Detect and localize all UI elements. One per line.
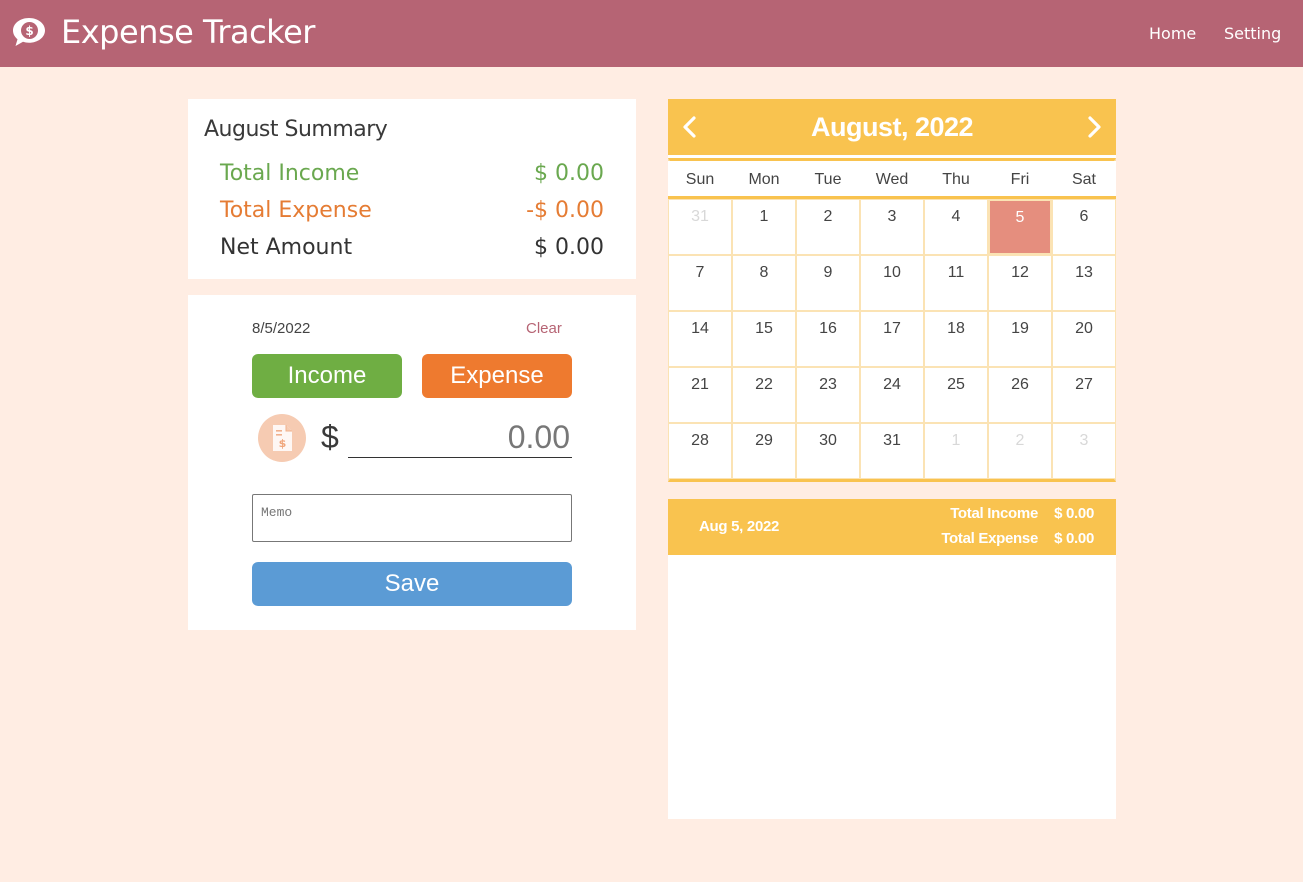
currency-symbol: $ <box>321 419 339 455</box>
calendar-day[interactable]: 9 <box>796 255 860 311</box>
nav-home-link[interactable]: Home <box>1149 24 1196 43</box>
calendar-day[interactable]: 6 <box>1052 199 1116 255</box>
expense-button[interactable]: Expense <box>422 354 572 398</box>
calendar-header: August, 2022 <box>668 99 1116 155</box>
calendar-day[interactable]: 26 <box>988 367 1052 423</box>
calendar-month-label: August, 2022 <box>810 112 974 142</box>
calendar-day[interactable]: 21 <box>668 367 732 423</box>
day-detail-date: Aug 5, 2022 <box>699 518 780 535</box>
income-button[interactable]: Income <box>252 354 402 398</box>
entry-date: 8/5/2022 <box>252 320 311 337</box>
receipt-icon: $ <box>273 425 292 451</box>
app-header: $ Expense Tracker Home Setting <box>0 0 1303 67</box>
dollar-speech-bubble-icon: $ <box>13 18 45 46</box>
summary-title: August Summary <box>204 117 388 142</box>
calendar-day[interactable]: 22 <box>732 367 796 423</box>
calendar-day[interactable]: 2 <box>988 423 1052 479</box>
weekday-label: Sat <box>1071 171 1096 188</box>
calendar-day[interactable]: 3 <box>860 199 924 255</box>
clear-button[interactable]: Clear <box>526 320 562 337</box>
calendar-day[interactable]: 1 <box>924 423 988 479</box>
weekday-label: Mon <box>748 171 780 188</box>
calendar-day[interactable]: 11 <box>924 255 988 311</box>
day-detail-panel: Aug 5, 2022 Total Income $ 0.00 Total Ex… <box>668 499 1116 819</box>
calendar-day[interactable]: 20 <box>1052 311 1116 367</box>
day-income-label: Total Income <box>950 505 1038 522</box>
day-expense-label: Total Expense <box>941 530 1038 547</box>
calendar-day[interactable]: 27 <box>1052 367 1116 423</box>
calendar-day[interactable]: 7 <box>668 255 732 311</box>
entry-form-card: 8/5/2022 Clear Income Expense $ $ Save <box>188 295 636 630</box>
summary-expense-value: -$ 0.00 <box>526 198 604 223</box>
save-button[interactable]: Save <box>252 562 572 606</box>
calendar-day[interactable]: 29 <box>732 423 796 479</box>
weekday-header-row: Sun Mon Tue Wed Thu Fri Sat <box>668 161 1116 199</box>
svg-text:$: $ <box>279 437 287 450</box>
calendar-day[interactable]: 8 <box>732 255 796 311</box>
summary-income-label: Total Income <box>220 161 360 186</box>
calendar-day[interactable]: 3 <box>1052 423 1116 479</box>
svg-text:$: $ <box>25 24 33 38</box>
summary-net-label: Net Amount <box>220 235 353 260</box>
calendar-day[interactable]: 15 <box>732 311 796 367</box>
calendar-day[interactable]: 13 <box>1052 255 1116 311</box>
calendar-day[interactable]: 1 <box>732 199 796 255</box>
calendar-day[interactable]: 23 <box>796 367 860 423</box>
calendar-day[interactable]: 28 <box>668 423 732 479</box>
nav-setting-link[interactable]: Setting <box>1224 24 1281 43</box>
weekday-label: Tue <box>814 171 842 188</box>
calendar-day[interactable]: 14 <box>668 311 732 367</box>
app-title: Expense Tracker <box>61 13 315 51</box>
calendar-day[interactable]: 19 <box>988 311 1052 367</box>
calendar-day[interactable]: 10 <box>860 255 924 311</box>
chevron-right-icon[interactable] <box>1082 113 1106 141</box>
summary-expense-label: Total Expense <box>220 198 372 223</box>
calendar-day[interactable]: 31 <box>668 199 732 255</box>
calendar-day[interactable]: 16 <box>796 311 860 367</box>
weekday-label: Sun <box>685 171 715 188</box>
weekday-label: Thu <box>942 171 970 188</box>
calendar-day[interactable]: 4 <box>924 199 988 255</box>
weekday-label: Fri <box>1010 171 1030 188</box>
day-expense-value: $ 0.00 <box>1054 530 1094 547</box>
day-detail-header: Aug 5, 2022 Total Income $ 0.00 Total Ex… <box>668 499 1116 555</box>
calendar-days: 31 1 2 3 4 5 6 7 8 9 10 11 12 13 14 15 16 17 18 19 20 21 22 23 2… <box>668 199 1116 479</box>
summary-net-value: $ 0.00 <box>534 235 604 260</box>
calendar-day[interactable]: 17 <box>860 311 924 367</box>
summary-income-value: $ 0.00 <box>534 161 604 186</box>
calendar-day[interactable]: 25 <box>924 367 988 423</box>
weekday-label: Wed <box>875 171 909 188</box>
calendar-day[interactable]: 12 <box>988 255 1052 311</box>
calendar-day[interactable]: 24 <box>860 367 924 423</box>
memo-field[interactable] <box>252 494 572 542</box>
calendar-day[interactable]: 18 <box>924 311 988 367</box>
day-income-value: $ 0.00 <box>1054 505 1094 522</box>
calendar-day[interactable]: 30 <box>796 423 860 479</box>
monthly-summary-card: August Summary Total Income $ 0.00 Total… <box>188 99 636 279</box>
calendar-day[interactable]: 2 <box>796 199 860 255</box>
calendar-grid: Sun Mon Tue Wed Thu Fri Sat 31 1 2 3 4 5 6 7 8 9 10 11 12 1… <box>668 158 1116 482</box>
amount-input[interactable] <box>348 417 572 458</box>
receipt-button[interactable]: $ <box>258 414 306 462</box>
calendar: August, 2022 Sun Mon Tue Wed Thu Fri Sat 31 1 2 3… <box>668 99 1116 482</box>
calendar-day[interactable]: 31 <box>860 423 924 479</box>
calendar-day-selected[interactable]: 5 <box>988 199 1052 255</box>
